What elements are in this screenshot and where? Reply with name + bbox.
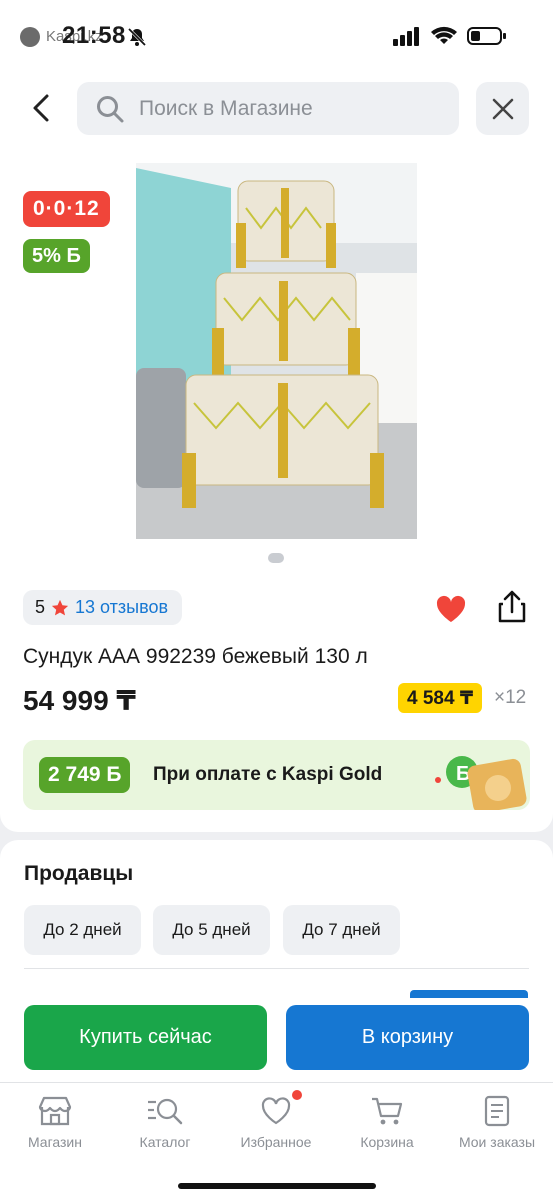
silent-bell-icon (126, 26, 148, 53)
kaspi-logo-icon (20, 27, 40, 47)
battery-icon (467, 26, 507, 51)
kaspi-gold-bonus: 2 749 Б (39, 757, 131, 793)
installment-months: ×12 (494, 687, 527, 708)
notification-dot (292, 1090, 302, 1100)
delivery-chip-5-days[interactable]: До 5 дней (153, 905, 270, 955)
tab-orders-label: Мои заказы (458, 1134, 536, 1150)
product-title: Сундук ААА 992239 бежевый 130 л (23, 645, 368, 668)
signal-icon (393, 26, 421, 51)
image-pager-dot[interactable] (268, 553, 284, 563)
kaspi-gold-banner[interactable]: 2 749 Б При оплате с Kaspi Gold Б (23, 740, 530, 810)
orders-icon (483, 1094, 511, 1128)
tab-store[interactable]: Магазин (0, 1094, 110, 1150)
add-to-cart-button[interactable]: В корзину (286, 1005, 529, 1070)
delivery-chip-7-days[interactable]: До 7 дней (283, 905, 400, 955)
kaspi-gold-card-icon: Б (435, 756, 527, 810)
home-indicator[interactable] (178, 1183, 376, 1189)
buy-now-button[interactable]: Купить сейчас (24, 1005, 267, 1070)
search-placeholder: Поиск в Магазине (139, 96, 313, 120)
status-time: 21:58 (62, 22, 126, 49)
timer-badge: 0·0·12 (23, 191, 110, 227)
tab-store-label: Магазин (27, 1134, 82, 1150)
product-price: 54 999 ₸ (23, 685, 136, 716)
share-button[interactable] (496, 590, 528, 629)
divider (24, 968, 529, 969)
tab-favorites[interactable]: Избранное (221, 1090, 331, 1150)
tab-cart[interactable]: Корзина (332, 1094, 442, 1150)
seller-button-peek (410, 990, 528, 998)
catalog-search-icon (146, 1094, 184, 1128)
delivery-chip-2-days[interactable]: До 2 дней (24, 905, 141, 955)
rating-value: 5 (35, 597, 46, 617)
sellers-title: Продавцы (24, 862, 134, 885)
chevron-left-icon (33, 94, 49, 122)
share-icon (498, 590, 526, 623)
cart-icon (370, 1094, 404, 1128)
kaspi-gold-text: При оплате с Kaspi Gold (153, 764, 383, 785)
heart-icon (436, 595, 466, 622)
tab-catalog-label: Каталог (139, 1134, 191, 1150)
product-image[interactable] (136, 163, 417, 539)
search-input[interactable]: Поиск в Магазине (77, 82, 459, 135)
search-icon (97, 95, 124, 122)
close-button[interactable] (476, 82, 529, 135)
status-icons (393, 26, 507, 51)
rating-pill[interactable]: 5 13 отзывов (23, 590, 183, 625)
store-icon (38, 1094, 72, 1128)
reviews-link[interactable]: 13 отзывов (75, 597, 168, 618)
heart-outline-icon (260, 1090, 302, 1128)
wifi-icon (431, 26, 457, 51)
tab-cart-label: Корзина (360, 1134, 414, 1150)
bonus-badge: 5% Б (23, 239, 90, 273)
installment-badge[interactable]: 4 584 ₸ (398, 683, 483, 713)
favorite-button[interactable] (435, 594, 467, 629)
tab-favorites-label: Избранное (240, 1134, 312, 1150)
status-bar: Kaspi.kz 21:58 (0, 0, 553, 72)
star-icon (51, 599, 69, 615)
tab-catalog[interactable]: Каталог (110, 1094, 220, 1150)
back-button[interactable] (26, 88, 56, 128)
tab-orders[interactable]: Мои заказы (442, 1094, 552, 1150)
close-icon (492, 98, 513, 119)
